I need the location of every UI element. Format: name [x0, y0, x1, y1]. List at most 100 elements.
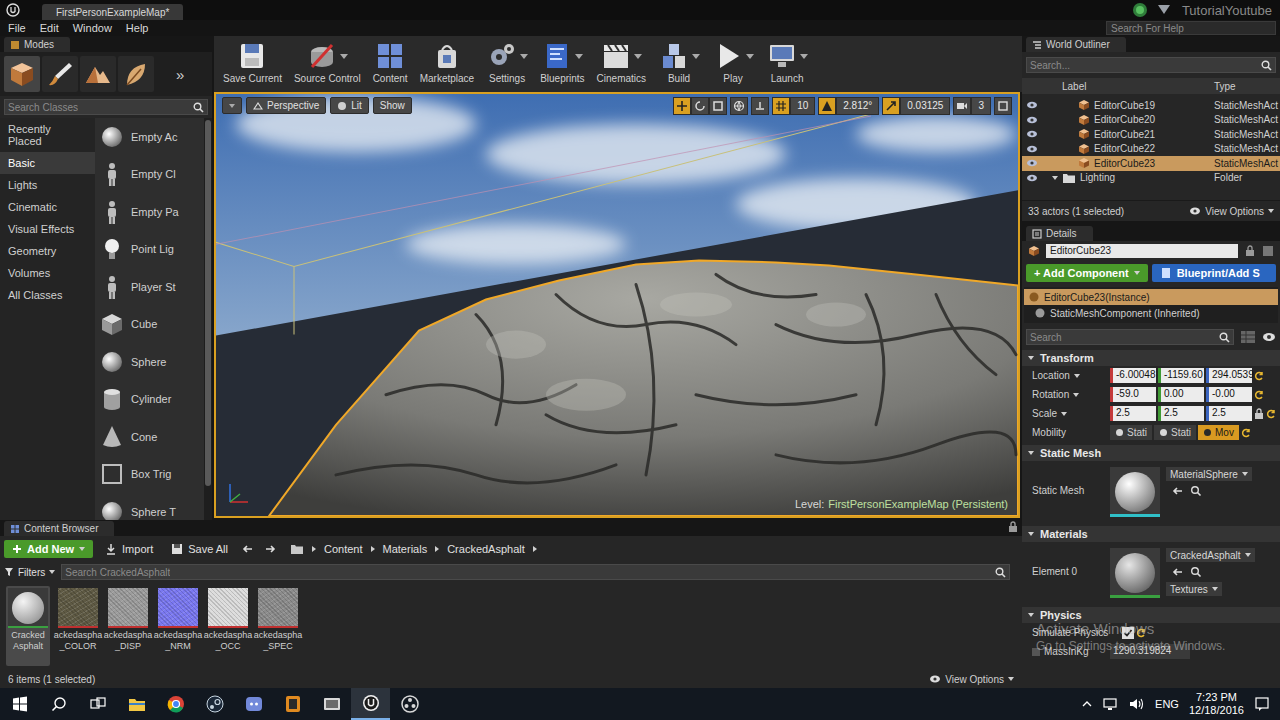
category-item[interactable]: Volumes — [0, 262, 95, 284]
add-component-button[interactable]: + Add Component — [1026, 264, 1148, 282]
menu-item[interactable]: Help — [126, 22, 149, 34]
category-item[interactable]: Basic — [0, 152, 95, 174]
outliner-row[interactable]: EditorCube23StaticMeshAct — [1022, 156, 1280, 171]
placeable-item[interactable]: Player St — [95, 268, 204, 306]
taskbar-app[interactable] — [312, 688, 351, 720]
toolbar-button[interactable]: Launch — [763, 39, 811, 84]
placeable-item[interactable]: Box Trig — [95, 456, 204, 494]
breadcrumb-item[interactable]: Materials — [383, 543, 428, 555]
category-item[interactable]: Cinematic — [0, 196, 95, 218]
dropdown-arrow-icon[interactable] — [520, 54, 528, 59]
visibility-eye-icon[interactable] — [1026, 115, 1038, 125]
paint-mode-button[interactable] — [42, 56, 78, 92]
textures-combo[interactable]: Textures — [1166, 582, 1222, 596]
asset-tile[interactable]: CrackedAsphalt — [6, 586, 50, 666]
input-language[interactable]: ENG — [1155, 698, 1179, 710]
browse-magnifier-icon[interactable] — [1190, 566, 1202, 578]
show-button[interactable]: Show — [373, 97, 412, 114]
document-tab[interactable]: FirstPersonExampleMap* — [42, 4, 183, 20]
placeable-item[interactable]: Sphere T — [95, 493, 204, 520]
rotation-snap-value[interactable]: 2.812° — [836, 97, 879, 115]
physics-section[interactable]: Physics — [1022, 607, 1280, 623]
search-button[interactable] — [39, 688, 78, 720]
dropdown-arrow-icon[interactable] — [575, 54, 583, 59]
eye-icon[interactable] — [1262, 331, 1276, 343]
number-field[interactable]: 2.5 — [1206, 406, 1252, 421]
help-search-field[interactable]: Search For Help — [1106, 21, 1276, 35]
more-modes-button[interactable]: » — [176, 66, 184, 83]
outliner-search-field[interactable]: Search... — [1026, 57, 1276, 73]
number-field[interactable]: -6.00048 — [1110, 368, 1156, 383]
property-matrix-icon[interactable] — [1240, 330, 1256, 344]
component-row[interactable]: EditorCube23(Instance) — [1024, 289, 1278, 305]
scale-lock-icon[interactable] — [1254, 408, 1264, 420]
number-field[interactable]: -1159.60 — [1158, 368, 1204, 383]
placeable-item[interactable]: Cone — [95, 418, 204, 456]
content-browser-tab[interactable]: Content Browser — [4, 521, 114, 536]
simulate-physics-checkbox[interactable] — [1122, 627, 1134, 639]
source-control-status-icon[interactable] — [1130, 2, 1150, 18]
menu-item[interactable]: Edit — [40, 22, 59, 34]
reset-arrow-icon[interactable] — [1136, 628, 1146, 638]
browse-magnifier-icon[interactable] — [1190, 485, 1202, 497]
lock-icon[interactable] — [1244, 245, 1256, 257]
label-column[interactable]: Label — [1042, 81, 1214, 92]
world-outliner-tab[interactable]: World Outliner — [1026, 37, 1126, 52]
grid-size[interactable]: 10 — [790, 97, 815, 115]
viewport-menu-button[interactable] — [222, 97, 242, 114]
blueprint-button[interactable]: Blueprint/Add S — [1152, 264, 1276, 282]
reset-arrow-icon[interactable] — [1254, 371, 1264, 381]
foliage-mode-button[interactable] — [118, 56, 154, 92]
reset-arrow-icon[interactable] — [1241, 428, 1251, 438]
expand-arrow-icon[interactable] — [1052, 176, 1058, 180]
breadcrumb-separator-icon[interactable] — [312, 546, 316, 552]
category-item[interactable]: Recently Placed — [0, 118, 95, 152]
visibility-eye-icon[interactable] — [1026, 100, 1038, 110]
scrollbar[interactable] — [204, 118, 212, 520]
dropdown-arrow-icon[interactable] — [692, 54, 700, 59]
placeable-item[interactable]: Cylinder — [95, 381, 204, 419]
rotate-tool[interactable] — [691, 97, 709, 115]
material-thumbnail[interactable] — [1110, 548, 1160, 598]
type-column[interactable]: Type — [1214, 81, 1280, 92]
component-row[interactable]: StaticMeshComponent (Inherited) — [1024, 305, 1278, 321]
placeable-item[interactable]: Point Lig — [95, 231, 204, 269]
network-icon[interactable] — [1103, 697, 1119, 711]
volume-icon[interactable] — [1129, 697, 1145, 711]
asset-tile[interactable]: ackedaspha_DISP — [106, 586, 150, 666]
mass-field[interactable]: 1290.319824 — [1110, 644, 1190, 659]
placeable-item[interactable]: Sphere — [95, 343, 204, 381]
taskbar-app[interactable] — [273, 688, 312, 720]
static-mesh-combo[interactable]: MaterialSphere — [1166, 467, 1252, 481]
toolbar-button[interactable]: Marketplace — [417, 39, 477, 84]
surface-snap-toggle[interactable] — [751, 97, 769, 115]
material-combo[interactable]: CrackedAsphalt — [1166, 548, 1255, 562]
visibility-eye-icon[interactable] — [1026, 173, 1038, 183]
filters-button[interactable]: Filters — [4, 567, 55, 578]
grid-snap-toggle[interactable] — [772, 97, 790, 115]
mobility-option[interactable]: Mov — [1198, 425, 1239, 440]
toolbar-button[interactable]: Source Control — [291, 39, 364, 84]
dropdown-arrow-icon[interactable] — [800, 54, 808, 59]
outliner-row[interactable]: EditorCube19StaticMeshAct — [1022, 98, 1280, 113]
category-item[interactable]: All Classes — [0, 284, 95, 306]
scale-tool[interactable] — [709, 97, 727, 115]
materials-section[interactable]: Materials — [1022, 526, 1280, 542]
outliner-row[interactable]: EditorCube22StaticMeshAct — [1022, 142, 1280, 157]
breadcrumb-item[interactable]: Content — [324, 543, 363, 555]
outliner-row[interactable]: EditorCube20StaticMeshAct — [1022, 113, 1280, 128]
place-mode-button[interactable] — [4, 56, 40, 92]
modes-tab[interactable]: Modes — [4, 37, 70, 52]
class-search-field[interactable]: Search Classes — [4, 99, 208, 115]
outliner-row[interactable]: LightingFolder — [1022, 171, 1280, 186]
toolbar-button[interactable]: Blueprints — [537, 39, 587, 84]
import-button[interactable]: Import — [99, 540, 159, 558]
placeable-item[interactable]: Empty Ac — [95, 118, 204, 156]
number-field[interactable]: 0.00 — [1158, 387, 1204, 402]
back-arrow-icon[interactable] — [242, 543, 254, 555]
taskbar-app[interactable] — [390, 688, 429, 720]
breadcrumb-separator-icon[interactable] — [435, 546, 439, 552]
visibility-eye-icon[interactable] — [1026, 144, 1038, 154]
scene-render[interactable] — [216, 94, 1018, 516]
reset-arrow-icon[interactable] — [1254, 390, 1264, 400]
